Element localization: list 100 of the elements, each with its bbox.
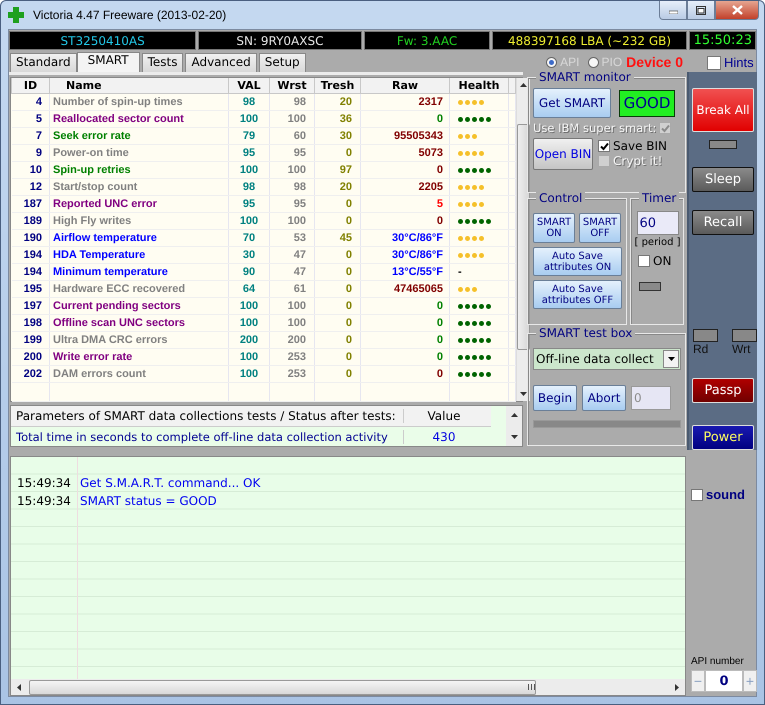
table-cell: 90	[228, 264, 270, 280]
scrollbar[interactable]	[11, 679, 685, 695]
table-cell: 12	[12, 178, 50, 196]
table-cell: 0	[314, 212, 360, 230]
table-cell: 195	[12, 280, 50, 298]
control-button[interactable]: SMART ON	[533, 213, 575, 243]
control-button[interactable]: Auto Save attributes ON	[533, 247, 622, 276]
table-cell: HDA Temperature	[50, 246, 228, 264]
table-cell: 97	[314, 162, 360, 178]
indicator-label: Rd	[693, 342, 710, 356]
side-button[interactable]: Power	[692, 425, 754, 450]
table-cell: Power-on time	[50, 144, 228, 162]
table-cell-text: 430	[432, 430, 456, 444]
tab[interactable]: Tests	[142, 53, 184, 72]
checkbox[interactable]	[598, 140, 610, 152]
table-cell: 79	[228, 128, 270, 144]
column-header[interactable]: Parameters of SMART data collections tests / Status after tests:	[11, 409, 404, 423]
restore-icon	[696, 6, 706, 14]
side-button[interactable]: Recall	[692, 210, 754, 235]
table-cell: 0	[314, 246, 360, 264]
close-button[interactable]	[715, 1, 759, 20]
radio-button[interactable]	[588, 56, 598, 68]
timer-field[interactable]: 60	[636, 211, 678, 235]
table-cell: Spin-up retries	[50, 162, 228, 178]
scroll-thumb[interactable]	[29, 680, 536, 694]
table-cell: 5073	[360, 144, 450, 162]
table-cell: 100	[228, 348, 270, 366]
table-cell: Reported UNC error	[50, 196, 228, 212]
table-cell: 45	[314, 230, 360, 246]
column-header[interactable]: Name	[50, 78, 228, 94]
radio-button[interactable]	[546, 56, 558, 68]
minimize-button[interactable]	[659, 1, 687, 20]
table-cell: 100	[228, 298, 270, 314]
table-cell: 0	[314, 280, 360, 298]
checkbox[interactable]	[691, 488, 703, 500]
indicator-light	[639, 282, 661, 291]
table-cell: Seek error rate	[50, 128, 228, 144]
column-header[interactable]: Value	[404, 409, 484, 423]
group-title: SMART test box	[536, 326, 636, 340]
cross-icon	[8, 7, 24, 23]
device-label: Device 0	[626, 54, 683, 70]
close-icon	[732, 5, 742, 15]
api-number-label: API number	[691, 656, 745, 667]
column-header[interactable]: Wrst	[270, 78, 314, 94]
table-cell: 98	[228, 178, 270, 196]
right-arrow-icon	[675, 684, 679, 690]
tab[interactable]: Standard	[10, 53, 77, 72]
control-button[interactable]: SMART OFF	[579, 213, 621, 243]
table-cell: 100	[228, 366, 270, 382]
table-cell: 100	[270, 162, 314, 178]
table-cell: 9	[12, 144, 50, 162]
clock: 15:50:23	[688, 31, 756, 50]
table-cell: 47	[270, 246, 314, 264]
column-header[interactable]: Health	[450, 78, 508, 94]
status-indicator: GOOD	[619, 90, 675, 116]
table-cell: 0	[360, 162, 450, 178]
tab[interactable]: SMART	[76, 52, 140, 72]
checkbox[interactable]	[638, 255, 650, 267]
control-button[interactable]: Auto Save attributes OFF	[533, 280, 622, 309]
checkbox-label: ON	[653, 254, 672, 268]
get-smart-button[interactable]: Get SMART	[533, 88, 611, 118]
side-button[interactable]: Break All	[692, 88, 754, 132]
open-bin-button[interactable]: Open BIN	[533, 138, 593, 170]
group-title: Timer	[639, 191, 680, 205]
column-header[interactable]: VAL	[228, 78, 270, 94]
test-dropdown[interactable]: Off-line data collect	[533, 348, 681, 370]
table-cell: 98	[228, 94, 270, 110]
drive-info: SN: 9RY0AXSC	[198, 31, 362, 50]
table-cell: 30	[228, 246, 270, 264]
side-button[interactable]: Sleep	[692, 167, 754, 192]
down-arrow-icon	[520, 392, 527, 396]
table-cell: 199	[12, 332, 50, 348]
column-header[interactable]: Raw	[360, 78, 450, 94]
side-button[interactable]: Passp	[692, 378, 754, 403]
check-icon	[660, 124, 670, 132]
maximize-button[interactable]	[687, 1, 715, 20]
table-cell: 5	[12, 110, 50, 128]
scrollbar[interactable]	[506, 406, 522, 446]
table-cell: 20	[314, 94, 360, 110]
table-cell: 7	[12, 128, 50, 144]
table-cell: 100	[228, 314, 270, 332]
table-cell: 0	[314, 144, 360, 162]
begin-button[interactable]: Begin	[533, 385, 577, 411]
table-cell: 98	[270, 178, 314, 196]
table-cell: 98	[270, 94, 314, 110]
log-time: 15:49:34	[16, 476, 72, 490]
table-cell: 4	[12, 94, 50, 110]
table-cell: 30°C/86°F	[360, 246, 450, 264]
column-header[interactable]: ID	[12, 78, 50, 94]
abort-button[interactable]: Abort	[582, 385, 626, 411]
checkbox[interactable]	[707, 56, 721, 70]
tab[interactable]: Advanced	[185, 53, 257, 72]
value-field[interactable]: 0	[631, 386, 671, 410]
api-number-field[interactable]: 0	[705, 670, 743, 692]
column-header[interactable]: Tresh	[314, 78, 360, 94]
table-cell: 30°C/86°F	[360, 230, 450, 246]
table-cell: Start/stop count	[50, 178, 228, 196]
tab[interactable]: Setup	[258, 53, 306, 72]
table-cell: 194	[12, 264, 50, 280]
table-cell: 100	[270, 212, 314, 230]
